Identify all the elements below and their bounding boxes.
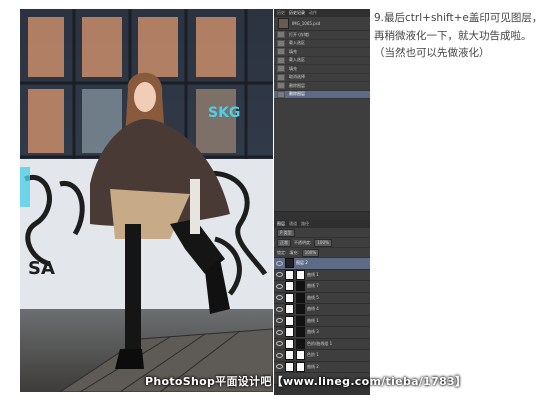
history-bottom-bar xyxy=(274,211,370,220)
history-panel-tabs: 历史 历史记录 动作 xyxy=(274,9,370,17)
layer-thumbnail xyxy=(285,350,294,361)
fill-label: 填充: xyxy=(289,249,299,255)
layer-mask xyxy=(296,269,305,280)
eye-icon[interactable] xyxy=(276,341,283,347)
history-item-selected[interactable]: 删除图层 xyxy=(274,90,370,99)
layer-row[interactable]: 色阶/曲线组 1 xyxy=(274,338,370,350)
tab-channels[interactable]: 通道 xyxy=(289,220,297,228)
history-step-icon xyxy=(277,48,285,56)
layer-row[interactable]: 曲线 7 xyxy=(274,281,370,293)
layer-thumbnail xyxy=(285,304,294,315)
instruction-text: 9.最后ctrl+shift+e盖印可见图层，再稍微液化一下，就大功告成啦。（当… xyxy=(374,12,543,59)
photo-canvas: SA SKG xyxy=(20,9,273,392)
eye-icon[interactable] xyxy=(276,329,283,335)
history-step-icon xyxy=(277,65,285,73)
eye-icon[interactable] xyxy=(276,272,283,278)
layer-thumbnail xyxy=(285,258,294,269)
layer-row[interactable]: 曲线 5 xyxy=(274,292,370,304)
tab-actions[interactable]: 动作 xyxy=(309,9,317,17)
history-step-icon xyxy=(277,82,285,90)
snapshot-name: IMG_1065.psd xyxy=(292,21,321,26)
photoshop-panels: 历史 历史记录 动作 IMG_1065.psd 打开 (存储) 载入选区 填充 … xyxy=(274,9,370,395)
layer-row[interactable]: 曲线 4 xyxy=(274,304,370,316)
layer-filter-row: P 类型 xyxy=(274,228,370,238)
history-item[interactable]: 填充 xyxy=(274,48,370,57)
layer-thumbnail xyxy=(285,315,294,326)
svg-text:SA: SA xyxy=(28,258,55,279)
layer-mask xyxy=(296,315,305,326)
tab-paths[interactable]: 路径 xyxy=(301,220,309,228)
layer-thumbnail xyxy=(285,327,294,338)
layer-mask xyxy=(296,327,305,338)
photo-image: SA SKG xyxy=(20,9,273,392)
history-step-icon xyxy=(277,90,285,98)
layer-row[interactable]: 曲线 1 xyxy=(274,315,370,327)
history-step-icon xyxy=(277,73,285,81)
layer-row[interactable]: 曲线 3 xyxy=(274,327,370,339)
blend-mode-select[interactable]: 正常 xyxy=(277,238,291,247)
eye-icon[interactable] xyxy=(276,260,283,266)
history-snapshot[interactable]: IMG_1065.psd xyxy=(274,17,370,31)
lock-fill-row: 锁定: 填充: 100% xyxy=(274,248,370,258)
fill-field[interactable]: 100% xyxy=(301,248,320,257)
history-step-icon xyxy=(277,31,285,39)
layer-kind-filter[interactable]: P 类型 xyxy=(277,228,295,237)
layers-list: 图层 2 曲线 1 曲线 7 曲线 5 曲线 4 曲线 1 曲线 3 色阶/曲线… xyxy=(274,258,370,373)
history-item[interactable]: 取消选择 xyxy=(274,73,370,82)
tab-history-short[interactable]: 历史 xyxy=(277,9,285,17)
eye-icon[interactable] xyxy=(276,318,283,324)
snapshot-thumbnail xyxy=(278,18,289,29)
tab-history[interactable]: 历史记录 xyxy=(289,9,305,17)
tab-layers[interactable]: 图层 xyxy=(277,220,285,228)
eye-icon[interactable] xyxy=(276,295,283,301)
layer-mask xyxy=(296,304,305,315)
history-item[interactable]: 打开 (存储) xyxy=(274,31,370,40)
layer-mask xyxy=(296,292,305,303)
layer-thumbnail xyxy=(285,361,294,372)
layer-row[interactable]: 曲线 1 xyxy=(274,269,370,281)
layer-mask xyxy=(296,338,305,349)
history-item[interactable]: 填充 xyxy=(274,65,370,74)
history-list: 打开 (存储) 载入选区 填充 载入选区 填充 取消选择 删除图层 删除图层 xyxy=(274,31,370,99)
watermark: PhotoShop平面设计吧【www.lineg.com/tieba/1783】 xyxy=(145,375,467,388)
opacity-field[interactable]: 100% xyxy=(314,238,332,247)
eye-icon[interactable] xyxy=(276,352,283,358)
layer-row[interactable]: 曲线 2 xyxy=(274,361,370,373)
layers-panel-tabs: 图层 通道 路径 xyxy=(274,220,370,228)
eye-icon[interactable] xyxy=(276,283,283,289)
layer-row[interactable]: 色阶 1 xyxy=(274,350,370,362)
layer-row-selected[interactable]: 图层 2 xyxy=(274,258,370,270)
layer-thumbnail xyxy=(285,338,294,349)
eye-icon[interactable] xyxy=(276,306,283,312)
eye-icon[interactable] xyxy=(276,364,283,370)
layer-thumbnail xyxy=(285,281,294,292)
history-item[interactable]: 载入选区 xyxy=(274,56,370,65)
blend-opacity-row: 正常 不透明度: 100% xyxy=(274,238,370,248)
svg-text:SKG: SKG xyxy=(208,105,240,121)
history-item[interactable]: 载入选区 xyxy=(274,39,370,48)
layer-mask xyxy=(296,281,305,292)
opacity-label: 不透明度: xyxy=(294,239,312,245)
history-step-icon xyxy=(277,39,285,47)
history-empty-area xyxy=(274,99,370,211)
lock-label: 锁定: xyxy=(277,249,287,255)
layer-thumbnail xyxy=(285,292,294,303)
layer-thumbnail xyxy=(285,269,294,280)
layer-mask xyxy=(296,361,305,372)
history-item[interactable]: 删除图层 xyxy=(274,82,370,91)
history-step-icon xyxy=(277,56,285,64)
layer-mask xyxy=(296,350,305,361)
